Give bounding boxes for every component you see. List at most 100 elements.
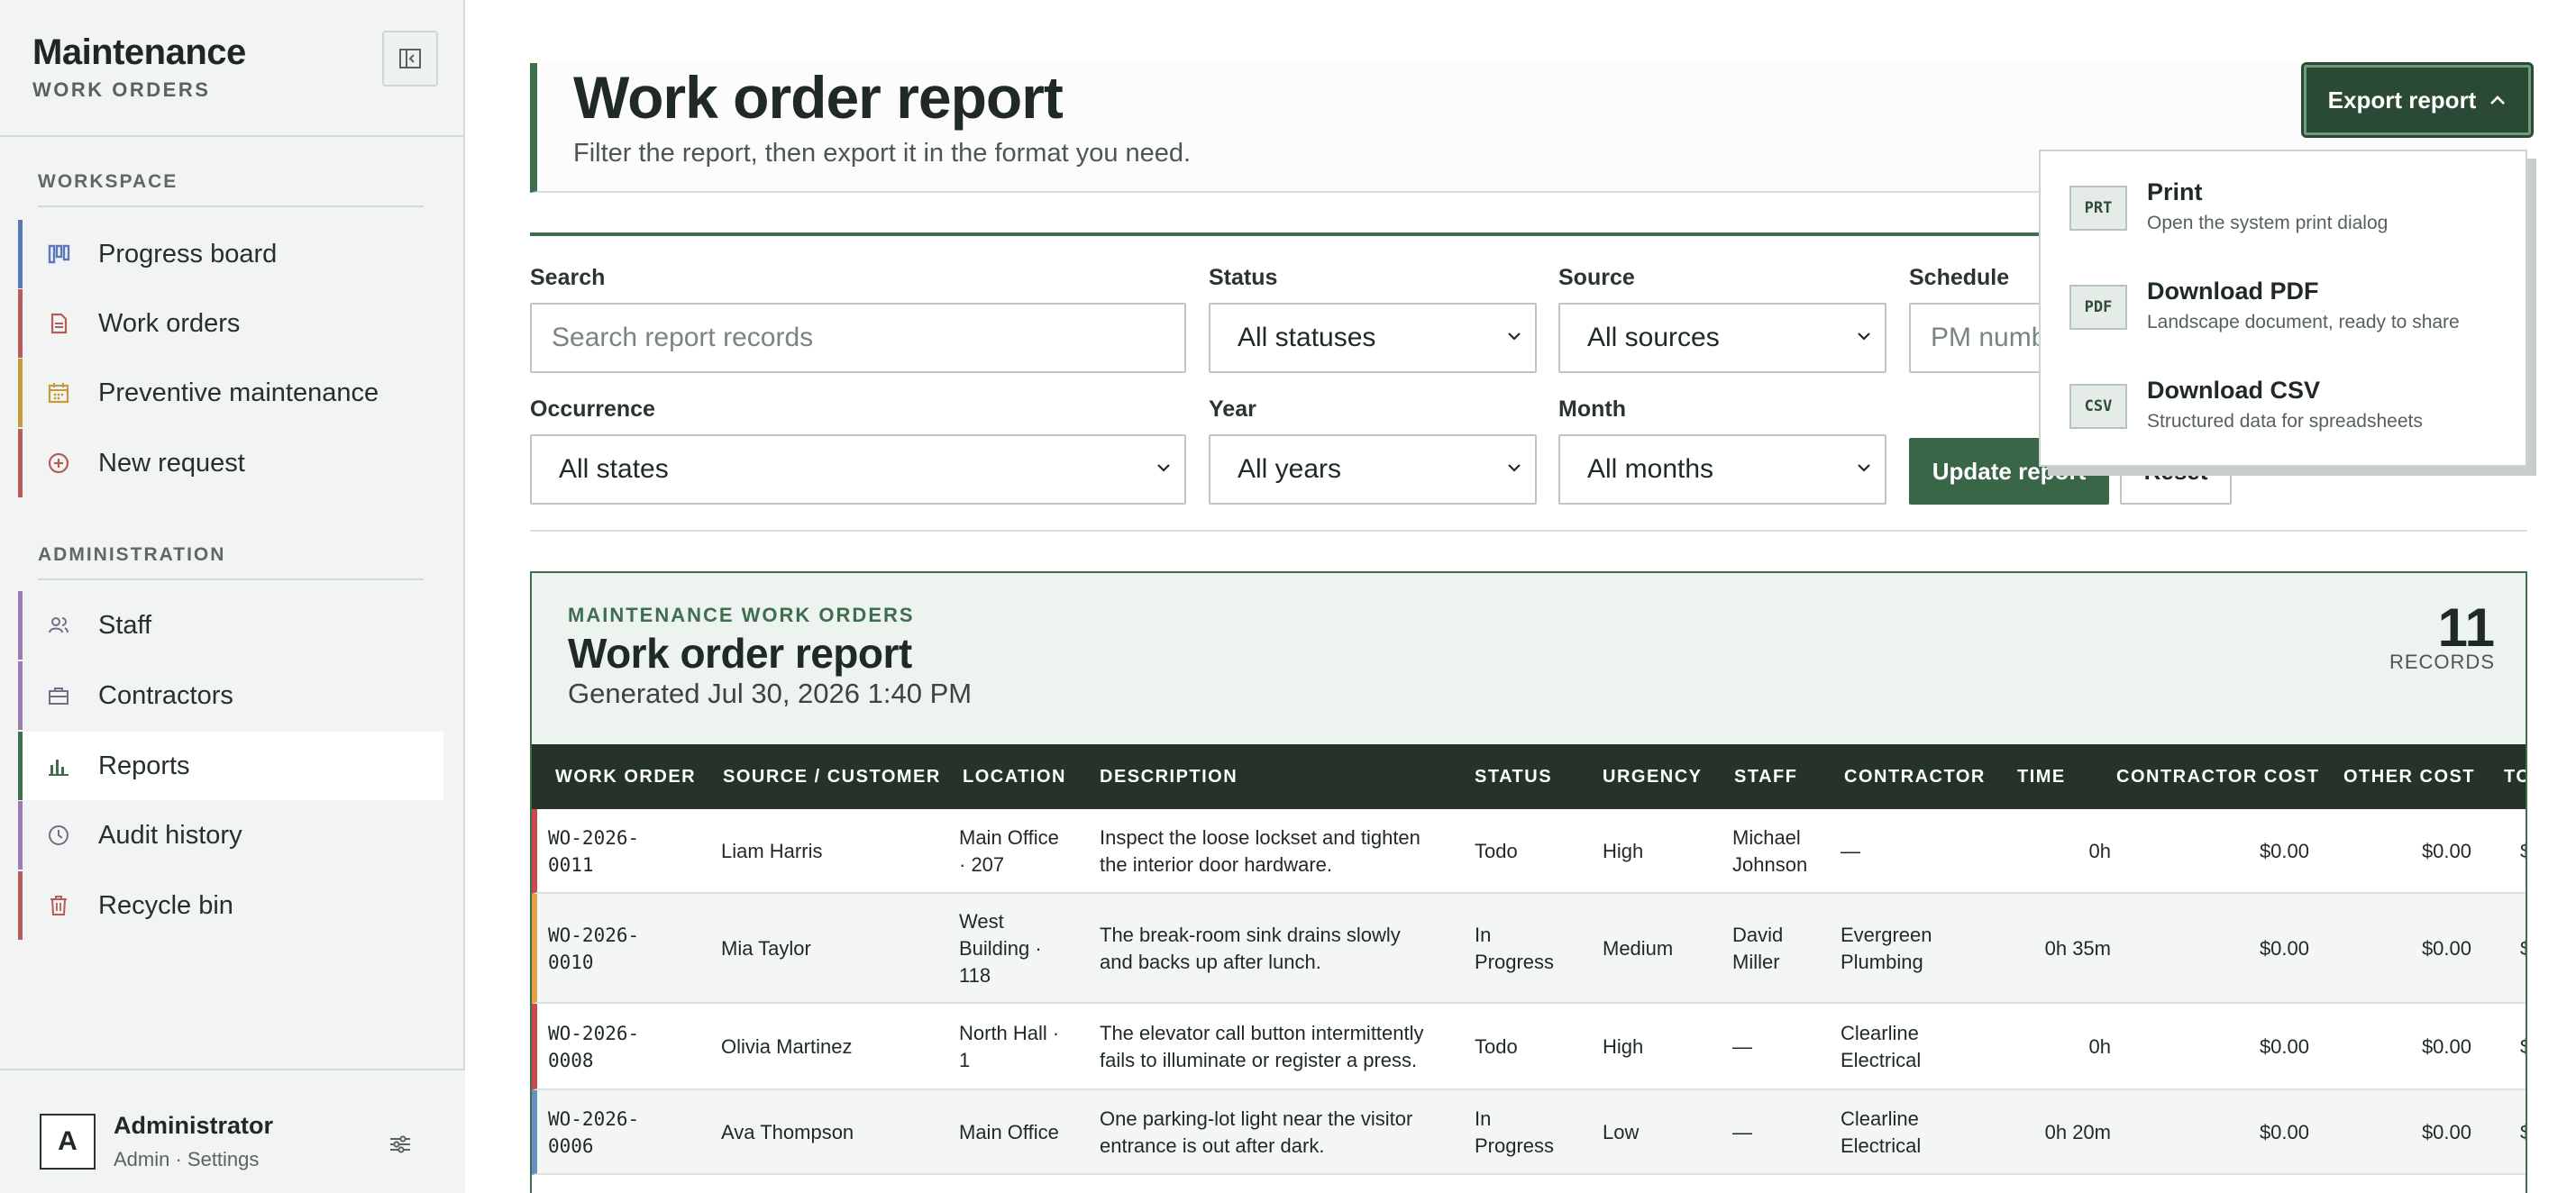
export-menu-item-print[interactable]: PRT Print Open the system print dialog bbox=[2041, 151, 2527, 250]
sidebar-item-label: Reports bbox=[98, 751, 190, 780]
sidebar-item-label: New request bbox=[98, 448, 245, 478]
chevron-down-icon bbox=[1508, 332, 1521, 341]
cell-ocost: $0.00 bbox=[2421, 840, 2471, 862]
user-role-settings[interactable]: Admin · Settings bbox=[114, 1148, 259, 1171]
user-name: Administrator bbox=[114, 1112, 274, 1139]
column-header: CONTRACTOR COST bbox=[2116, 766, 2320, 787]
cell-total: $ bbox=[2520, 838, 2526, 865]
sidebar-item-new-request[interactable]: New request bbox=[18, 429, 443, 497]
cell-total: $ bbox=[2520, 1034, 2526, 1061]
cell-description: The break-room sink drains slowly and ba… bbox=[1100, 924, 1401, 973]
sliders-icon[interactable] bbox=[388, 1132, 413, 1157]
cell-wo: WO-2026- 0010 bbox=[548, 924, 640, 973]
export-menu-item-csv[interactable]: CSV Download CSV Structured data for spr… bbox=[2041, 350, 2527, 449]
page-subtitle: Filter the report, then export it in the… bbox=[573, 139, 1192, 168]
occurrence-label: Occurrence bbox=[530, 396, 655, 422]
sidebar-item-reports[interactable]: Reports bbox=[18, 732, 443, 800]
cell-location: Main Office · 207 bbox=[959, 826, 1059, 876]
cell-urgency: High bbox=[1603, 1035, 1644, 1058]
export-report-button[interactable]: Export report bbox=[2301, 62, 2534, 138]
status-select[interactable]: All statuses bbox=[1209, 303, 1537, 373]
cell-urgency: Medium bbox=[1603, 937, 1674, 960]
record-count-label: RECORDS bbox=[2389, 651, 2495, 673]
column-header: CONTRACTOR bbox=[1844, 766, 1986, 787]
column-header: URGENCY bbox=[1603, 766, 1703, 787]
menu-item-description: Structured data for spreadsheets bbox=[2147, 411, 2423, 432]
chevron-down-icon bbox=[1858, 464, 1870, 472]
plus-circle-icon bbox=[46, 451, 71, 476]
cell-time: 0h bbox=[2088, 840, 2111, 862]
cell-urgency: High bbox=[1603, 840, 1644, 862]
chevron-up-icon bbox=[2490, 96, 2506, 105]
user-panel: A Administrator Admin · Settings bbox=[0, 1069, 465, 1193]
document-icon bbox=[46, 311, 71, 336]
menu-item-description: Landscape document, ready to share bbox=[2147, 312, 2460, 332]
search-label: Search bbox=[530, 265, 606, 290]
year-select[interactable]: All years bbox=[1209, 434, 1537, 505]
sidebar-item-label: Progress board bbox=[98, 239, 278, 269]
table-row[interactable]: WO-2026- 0011 Liam Harris Main Office · 20… bbox=[532, 809, 2526, 894]
report-title: Work order report bbox=[568, 630, 912, 677]
column-header: OTHER COST bbox=[2343, 766, 2476, 787]
record-count: 11 bbox=[2437, 597, 2495, 658]
table-row[interactable]: WO-2026- 0010 Mia Taylor West Building · 1… bbox=[532, 894, 2526, 1004]
status-select-value: All statuses bbox=[1238, 323, 1376, 352]
source-select[interactable]: All sources bbox=[1558, 303, 1886, 373]
source-select-value: All sources bbox=[1587, 323, 1720, 352]
search-input[interactable]: Search report records bbox=[530, 303, 1186, 373]
brand-subtitle: WORK ORDERS bbox=[32, 78, 211, 101]
cell-location: West Building · 118 bbox=[959, 910, 1042, 987]
section-label-administration: ADMINISTRATION bbox=[38, 544, 226, 565]
users-icon bbox=[46, 613, 71, 638]
cell-contractor: Clearline Electrical bbox=[1841, 1022, 1922, 1071]
month-select[interactable]: All months bbox=[1558, 434, 1886, 505]
collapse-sidebar-button[interactable] bbox=[382, 31, 438, 87]
sidebar-item-contractors[interactable]: Contractors bbox=[18, 661, 443, 730]
cell-urgency: Low bbox=[1603, 1121, 1640, 1143]
sidebar-item-recycle-bin[interactable]: Recycle bin bbox=[18, 871, 443, 940]
table-row[interactable]: WO-2026- 0006 Ava Thompson Main Office One … bbox=[532, 1090, 2526, 1175]
avatar[interactable]: A bbox=[40, 1114, 96, 1170]
sidebar-item-label: Contractors bbox=[98, 680, 233, 710]
filters-divider bbox=[530, 530, 2527, 532]
year-label: Year bbox=[1209, 396, 1256, 422]
month-label: Month bbox=[1558, 396, 1626, 422]
export-menu-item-pdf[interactable]: PDF Download PDF Landscape document, rea… bbox=[2041, 250, 2527, 350]
cell-ccost: $0.00 bbox=[2259, 937, 2309, 960]
sidebar-item-label: Staff bbox=[98, 610, 152, 640]
cell-wo: WO-2026- 0006 bbox=[548, 1108, 640, 1157]
chevron-down-icon bbox=[1157, 464, 1170, 472]
sidebar-item-progress-board[interactable]: Progress board bbox=[18, 220, 443, 288]
cell-status: In Progress bbox=[1475, 924, 1555, 973]
sidebar-item-preventive-maintenance[interactable]: Preventive maintenance bbox=[18, 359, 443, 427]
column-header: SOURCE / CUSTOMER bbox=[723, 766, 941, 787]
sidebar-item-audit-history[interactable]: Audit history bbox=[18, 801, 443, 870]
cell-total: $ bbox=[2520, 935, 2526, 962]
cell-ocost: $0.00 bbox=[2421, 1035, 2471, 1058]
column-header: STAFF bbox=[1734, 766, 1798, 787]
source-label: Source bbox=[1558, 265, 1635, 290]
sidebar: Maintenance WORK ORDERS WORKSPACE Progre… bbox=[0, 0, 465, 1193]
export-report-label: Export report bbox=[2327, 86, 2477, 114]
cell-time: 0h bbox=[2088, 1035, 2111, 1058]
section-label-workspace: WORKSPACE bbox=[38, 171, 178, 192]
cell-staff: — bbox=[1732, 1121, 1752, 1143]
page-title: Work order report bbox=[573, 64, 1064, 131]
cell-location: Main Office bbox=[959, 1121, 1059, 1143]
occurrence-select-value: All states bbox=[559, 454, 669, 484]
cell-description: One parking-lot light near the visitor e… bbox=[1100, 1107, 1413, 1157]
cell-source: Ava Thompson bbox=[721, 1121, 854, 1143]
briefcase-icon bbox=[46, 683, 71, 708]
sidebar-item-work-orders[interactable]: Work orders bbox=[18, 289, 443, 358]
bar-chart-icon bbox=[46, 753, 71, 779]
cell-total: $ bbox=[2520, 1119, 2526, 1146]
sidebar-item-label: Audit history bbox=[98, 820, 242, 850]
cell-ccost: $0.00 bbox=[2259, 840, 2309, 862]
cell-description: Inspect the loose lockset and tighten th… bbox=[1100, 826, 1420, 876]
sidebar-item-staff[interactable]: Staff bbox=[18, 591, 443, 660]
status-label: Status bbox=[1209, 265, 1278, 290]
table-row[interactable]: WO-2026- 0008 Olivia Martinez North Hall ·… bbox=[532, 1004, 2526, 1090]
export-menu: PRT Print Open the system print dialog P… bbox=[2039, 150, 2527, 467]
cell-source: Olivia Martinez bbox=[721, 1035, 853, 1058]
occurrence-select[interactable]: All states bbox=[530, 434, 1186, 505]
